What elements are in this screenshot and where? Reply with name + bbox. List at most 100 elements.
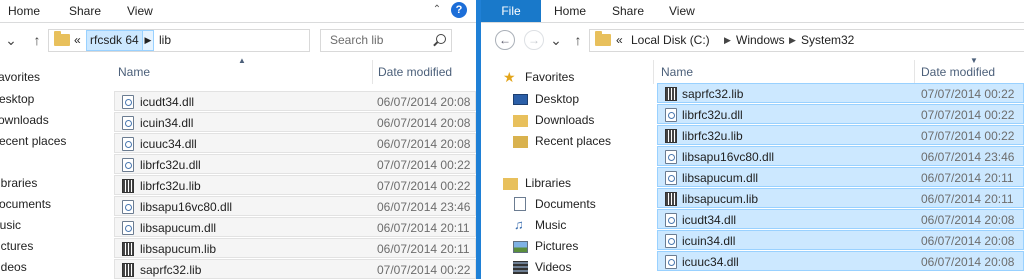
column-header-name[interactable]: Name xyxy=(118,60,150,84)
breadcrumb-windows[interactable]: Windows xyxy=(736,30,785,51)
file-row[interactable]: saprfc32.lib 07/07/2014 00:22 xyxy=(114,259,476,279)
recent-locations-chevron-icon[interactable]: ⌄ xyxy=(549,30,563,50)
tab-view[interactable]: View xyxy=(127,0,153,22)
navigation-bar: ⌄ ↑ « rfcsdk 64 ▶ lib Search lib xyxy=(0,22,476,58)
file-row[interactable]: icudt34.dll 06/07/2014 20:08 xyxy=(657,209,1024,229)
dll-file-icon xyxy=(665,171,677,185)
address-overflow[interactable]: « xyxy=(74,30,81,51)
breadcrumb-rfcsdk-64[interactable]: rfcsdk 64 xyxy=(86,30,143,51)
nav-item-label: Documents xyxy=(535,197,596,211)
lib-file-icon xyxy=(122,179,134,193)
dll-file-icon xyxy=(665,234,677,248)
nav-item-favorites[interactable]: ★ Favorites xyxy=(503,67,613,88)
nav-item-recent-places[interactable]: Recent places xyxy=(513,131,633,152)
file-date-modified: 07/07/2014 00:22 xyxy=(377,179,471,193)
tab-view[interactable]: View xyxy=(669,0,695,22)
file-name: libsapucum.lib xyxy=(140,242,217,256)
tab-home[interactable]: Home xyxy=(8,0,40,22)
file-date-modified: 07/07/2014 00:22 xyxy=(921,87,1015,101)
column-header-date-modified[interactable]: Date modified xyxy=(378,60,452,84)
up-arrow-icon[interactable]: ↑ xyxy=(30,30,44,50)
nav-item-documents[interactable]: Documents xyxy=(513,194,623,215)
navigation-bar: ← → ⌄ ↑ « Local Disk (C:) ▶ Windows ▶ Sy… xyxy=(481,22,1024,58)
tab-file[interactable]: File xyxy=(481,0,541,22)
recent-locations-chevron-icon[interactable]: ⌄ xyxy=(4,30,18,50)
file-name: libsapucum.dll xyxy=(682,171,759,185)
file-name: icudt34.dll xyxy=(140,95,195,109)
file-row[interactable]: libsapucum.lib 06/07/2014 20:11 xyxy=(657,188,1024,208)
nav-item-label: ecent places xyxy=(0,134,67,148)
address-overflow[interactable]: « xyxy=(616,30,623,51)
nav-item-downloads[interactable]: Downloads xyxy=(513,110,623,131)
file-row[interactable]: icudt34.dll 06/07/2014 20:08 xyxy=(114,91,476,111)
ribbon-tabs: Home Share View ⌃ ? xyxy=(0,0,476,23)
pictures-icon xyxy=(513,241,528,253)
nav-item-videos[interactable]: Videos xyxy=(513,257,623,278)
column-header-name[interactable]: Name xyxy=(661,60,693,84)
nav-item-libraries[interactable]: Libraries xyxy=(503,173,613,194)
file-date-modified: 06/07/2014 20:08 xyxy=(921,255,1015,269)
dll-file-icon xyxy=(665,213,677,227)
file-row[interactable]: libsapucum.dll 06/07/2014 20:11 xyxy=(657,167,1024,187)
file-row[interactable]: libsapu16vc80.dll 06/07/2014 23:46 xyxy=(657,146,1024,166)
nav-item-music[interactable]: ♫ Music xyxy=(513,215,623,236)
breadcrumb-arrow-icon[interactable]: ▶ xyxy=(724,30,731,51)
nav-item-label: ocuments xyxy=(0,197,52,211)
up-arrow-icon[interactable]: ↑ xyxy=(571,30,585,50)
column-separator[interactable] xyxy=(653,60,654,84)
file-date-modified: 06/07/2014 20:08 xyxy=(377,137,471,151)
file-row[interactable]: libsapucum.lib 06/07/2014 20:11 xyxy=(114,238,476,258)
file-date-modified: 07/07/2014 00:22 xyxy=(377,158,471,172)
file-row[interactable]: icuuc34.dll 06/07/2014 20:08 xyxy=(657,251,1024,271)
ribbon-collapse-chevron-icon[interactable]: ⌃ xyxy=(430,3,444,17)
breadcrumb-system32[interactable]: System32 xyxy=(801,30,854,51)
back-arrow-icon[interactable]: ← xyxy=(495,30,515,50)
breadcrumb-arrow-icon[interactable]: ▶ xyxy=(142,30,154,51)
lib-file-icon xyxy=(122,263,134,277)
column-header-date-modified[interactable]: Date modified xyxy=(921,60,995,84)
tab-home[interactable]: Home xyxy=(554,0,586,22)
file-row[interactable]: icuin34.dll 06/07/2014 20:08 xyxy=(657,230,1024,250)
nav-item-label: ictures xyxy=(0,239,34,253)
file-name: librfc32u.dll xyxy=(682,108,743,122)
file-name: icuuc34.dll xyxy=(682,255,739,269)
dll-file-icon xyxy=(665,150,677,164)
breadcrumb-lib[interactable]: lib xyxy=(159,30,171,51)
address-bar[interactable]: « Local Disk (C:) ▶ Windows ▶ System32 xyxy=(589,29,1024,52)
file-name: librfc32u.dll xyxy=(140,158,201,172)
nav-item-desktop[interactable]: Desktop xyxy=(513,89,623,110)
recent-places-icon xyxy=(513,136,528,148)
file-row[interactable]: libsapu16vc80.dll 06/07/2014 23:46 xyxy=(114,196,476,216)
right-explorer-window: File Home Share View ← → ⌄ ↑ « Local Dis… xyxy=(481,0,1024,279)
dll-file-icon xyxy=(122,137,134,151)
star-icon: ★ xyxy=(503,69,516,85)
dll-file-icon xyxy=(122,221,134,235)
folder-icon xyxy=(595,31,611,46)
forward-arrow-icon[interactable]: → xyxy=(524,30,544,50)
nav-item-label: avorites xyxy=(0,70,41,84)
file-row[interactable]: librfc32u.lib 07/07/2014 00:22 xyxy=(657,125,1024,145)
file-row[interactable]: saprfc32.lib 07/07/2014 00:22 xyxy=(657,83,1024,103)
file-row[interactable]: libsapucum.dll 06/07/2014 20:11 xyxy=(114,217,476,237)
file-name: libsapucum.lib xyxy=(682,192,759,206)
downloads-icon xyxy=(513,115,528,127)
file-row[interactable]: librfc32u.dll 07/07/2014 00:22 xyxy=(657,104,1024,124)
file-date-modified: 06/07/2014 20:08 xyxy=(921,234,1015,248)
nav-item-pictures[interactable]: Pictures xyxy=(513,236,623,257)
address-bar[interactable]: « rfcsdk 64 ▶ lib xyxy=(48,29,310,52)
file-row[interactable]: icuuc34.dll 06/07/2014 20:08 xyxy=(114,133,476,153)
column-separator[interactable] xyxy=(372,60,373,84)
search-icon xyxy=(436,34,446,44)
help-icon[interactable]: ? xyxy=(451,2,467,18)
nav-item-label: lusic xyxy=(0,218,22,232)
search-input[interactable]: Search lib xyxy=(320,29,452,52)
file-row[interactable]: librfc32u.dll 07/07/2014 00:22 xyxy=(114,154,476,174)
file-row[interactable]: icuin34.dll 06/07/2014 20:08 xyxy=(114,112,476,132)
dll-file-icon xyxy=(122,116,134,130)
tab-share[interactable]: Share xyxy=(69,0,101,22)
tab-share[interactable]: Share xyxy=(612,0,644,22)
breadcrumb-arrow-icon[interactable]: ▶ xyxy=(789,30,796,51)
breadcrumb-local-disk[interactable]: Local Disk (C:) xyxy=(631,30,710,51)
column-separator[interactable] xyxy=(914,60,915,84)
file-row[interactable]: librfc32u.lib 07/07/2014 00:22 xyxy=(114,175,476,195)
